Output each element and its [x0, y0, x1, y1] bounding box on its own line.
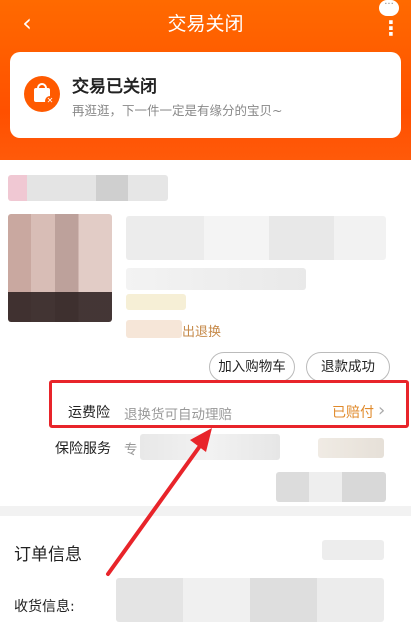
annotation-arrow	[106, 428, 212, 576]
